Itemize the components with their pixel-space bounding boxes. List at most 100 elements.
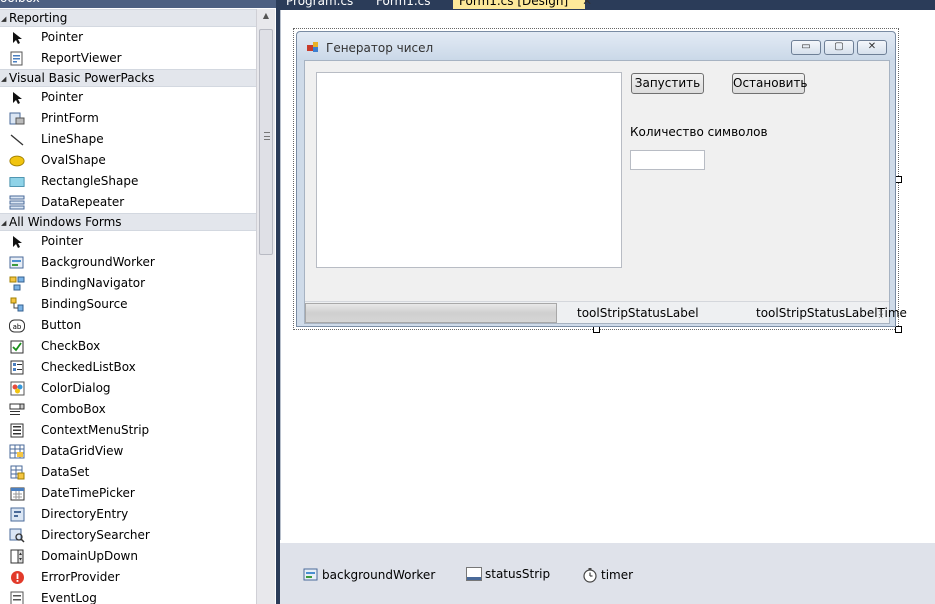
tab-form1-cs[interactable]: Form1.cs: [370, 0, 437, 9]
tab-label: Program.cs: [286, 0, 354, 8]
toolbox-item[interactable]: DataGridView: [0, 441, 256, 462]
toolbox-list: ◢ Reporting Pointer ReportViewer ◢ Visual Bas…: [0, 9, 256, 604]
line-shape-icon: [9, 132, 25, 147]
toolbox-item[interactable]: DirectorySearcher: [0, 525, 256, 546]
updown-icon: [9, 549, 25, 564]
toolbox-item[interactable]: CheckedListBox: [0, 357, 256, 378]
pointer-icon: [9, 30, 25, 45]
toolbox-item-label: ErrorProvider: [41, 570, 120, 584]
toolbox-item-label: RectangleShape: [41, 174, 139, 188]
size-grip-icon[interactable]: ·:::: [878, 308, 887, 320]
resize-handle-right[interactable]: [895, 176, 902, 183]
toolbox-category[interactable]: ◢ Visual Basic PowerPacks: [0, 69, 256, 87]
pointer-icon: [9, 234, 25, 249]
tab-program-cs[interactable]: Program.cs: [280, 0, 359, 9]
toolbox-category[interactable]: ◢ Reporting: [0, 9, 256, 27]
toolbox-category-label: Reporting: [9, 11, 68, 25]
toolbox-window-icons[interactable]: ▾ ✚ ✕: [221, 0, 272, 3]
close-icon[interactable]: ✕: [857, 40, 887, 55]
scrollbar-thumb[interactable]: [259, 29, 273, 255]
toolbox-item-label: ColorDialog: [41, 381, 111, 395]
toolbox-item[interactable]: DataRepeater: [0, 192, 256, 213]
status-progress-bar: [305, 303, 557, 323]
toolbox-item[interactable]: ContextMenuStrip: [0, 420, 256, 441]
scroll-up-arrow-icon[interactable]: ▲: [257, 11, 275, 25]
toolbox-item[interactable]: OvalShape: [0, 150, 256, 171]
toolbox-item[interactable]: BackgroundWorker: [0, 252, 256, 273]
toolbox-category[interactable]: ◢ All Windows Forms: [0, 213, 256, 231]
toolbox-item[interactable]: Pointer: [0, 231, 256, 252]
tray-timer[interactable]: timer: [582, 567, 633, 583]
toolbox-item[interactable]: ErrorProvider: [0, 567, 256, 588]
toolbox-item[interactable]: DomainUpDown: [0, 546, 256, 567]
toolbox-item-label: DateTimePicker: [41, 486, 135, 500]
tab-form1-design[interactable]: Form1.cs [Design] ✕: [453, 0, 592, 9]
toolbox-item-label: Button: [41, 318, 82, 332]
count-input[interactable]: [630, 150, 705, 170]
context-menu-icon: [9, 423, 25, 438]
toolbox-item[interactable]: CheckBox: [0, 336, 256, 357]
toolbox-item-label: PrintForm: [41, 111, 99, 125]
binding-navigator-icon: [9, 276, 25, 291]
button-icon: ab: [9, 318, 25, 333]
toolbox-item[interactable]: EventLog: [0, 588, 256, 604]
form-window[interactable]: Генератор чисел ▭ ▢ ✕ Запустить Останови…: [296, 31, 907, 327]
tray-status-strip[interactable]: statusStrip: [466, 567, 550, 581]
toolbox-item-label: Pointer: [41, 90, 84, 104]
toolbox-item[interactable]: Pointer: [0, 27, 256, 48]
form-app-icon: [307, 42, 318, 52]
toolbox-item[interactable]: ReportViewer: [0, 48, 256, 69]
resize-handle-bottom[interactable]: [593, 326, 600, 333]
svg-text:ab: ab: [13, 323, 22, 331]
component-tray: backgroundWorker statusStrip timer: [280, 540, 935, 604]
toolbox-item[interactable]: DateTimePicker: [0, 483, 256, 504]
toolbox-item[interactable]: DirectoryEntry: [0, 504, 256, 525]
toolbox-item[interactable]: ColorDialog: [0, 378, 256, 399]
toolbox-item-label: Pointer: [41, 234, 84, 248]
toolbox-item-label: DataGridView: [41, 444, 124, 458]
count-label: Количество символов: [630, 125, 768, 139]
oval-shape-icon: [9, 153, 25, 168]
tray-label: backgroundWorker: [322, 568, 436, 582]
start-button[interactable]: Запустить: [631, 73, 704, 94]
minimize-icon[interactable]: ▭: [791, 40, 821, 55]
toolbox-item-label: EventLog: [41, 591, 97, 604]
toolbox-header: oolbox ▾ ✚ ✕: [0, 0, 276, 8]
toolbox-item[interactable]: PrintForm: [0, 108, 256, 129]
print-form-icon: [9, 111, 25, 126]
toolbox-item[interactable]: LineShape: [0, 129, 256, 150]
tray-label: statusStrip: [485, 567, 551, 581]
toolbox-item[interactable]: Pointer: [0, 87, 256, 108]
toolbox-item-label: ReportViewer: [41, 51, 122, 65]
toolbox-item-label: BackgroundWorker: [41, 255, 155, 269]
toolbox-item-label: CheckBox: [41, 339, 101, 353]
tray-background-worker[interactable]: backgroundWorker: [303, 567, 435, 583]
toolbox-item[interactable]: ComboBox: [0, 399, 256, 420]
toolbox-item-label: BindingNavigator: [41, 276, 146, 290]
toolbox-item[interactable]: ab Button: [0, 315, 256, 336]
pointer-icon: [9, 90, 25, 105]
toolbox-item[interactable]: BindingNavigator: [0, 273, 256, 294]
toolbox-item-label: DirectorySearcher: [41, 528, 150, 542]
expand-triangle-icon[interactable]: ◢: [1, 71, 9, 87]
tab-close-icon[interactable]: ✕: [582, 0, 592, 7]
toolbox-item-label: ContextMenuStrip: [41, 423, 150, 437]
stop-button[interactable]: Остановить: [732, 73, 808, 94]
toolbox-scrollbar[interactable]: ▲: [256, 9, 275, 604]
expand-triangle-icon[interactable]: ◢: [1, 215, 9, 231]
toolbox-category-label: All Windows Forms: [9, 215, 122, 229]
expand-triangle-icon[interactable]: ◢: [1, 11, 9, 27]
toolbox-item[interactable]: BindingSource: [0, 294, 256, 315]
output-listbox[interactable]: [316, 72, 622, 268]
combobox-icon: [9, 402, 25, 417]
color-dialog-icon: [9, 381, 25, 396]
status-strip[interactable]: toolStripStatusLabel toolStripStatusLabe…: [305, 301, 907, 323]
maximize-icon[interactable]: ▢: [824, 40, 854, 55]
toolbox-item-label: CheckedListBox: [41, 360, 136, 374]
background-worker-icon: [303, 568, 318, 581]
toolbox-item[interactable]: DataSet: [0, 462, 256, 483]
event-log-icon: [9, 591, 25, 604]
toolbox-item[interactable]: RectangleShape: [0, 171, 256, 192]
binding-source-icon: [9, 297, 25, 312]
resize-handle-bottom-right[interactable]: [895, 326, 902, 333]
